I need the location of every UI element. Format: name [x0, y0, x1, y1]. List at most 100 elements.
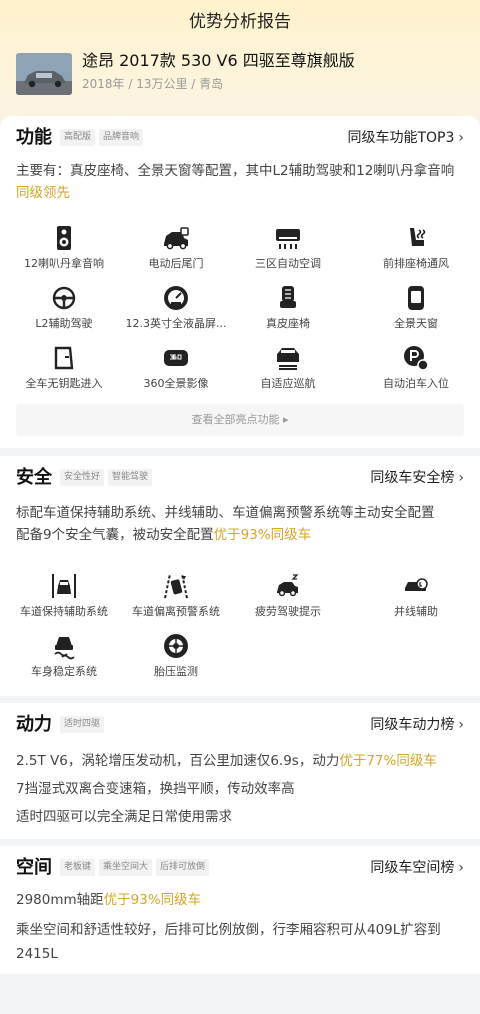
feature-item[interactable]: 自适应巡航 [233, 344, 343, 392]
camera-360-icon [164, 350, 188, 366]
link-label: 同级车功能TOP3 [347, 130, 455, 146]
desc-line: 7挡湿式双离合变速箱，换挡平顺，传动效率高 [16, 781, 295, 797]
feature-label: 车身稳定系统 [31, 665, 97, 678]
feature-item[interactable]: 12喇叭丹拿音响 [9, 224, 119, 272]
feature-label: 全景天窗 [394, 317, 438, 330]
car-name[interactable]: 途昂 2017款 530 V6 四驱至尊旗舰版 [82, 50, 355, 72]
feature-label: 真皮座椅 [266, 317, 310, 330]
car-meta: 2018年 / 13万公里 / 青岛 [82, 77, 224, 91]
feature-item[interactable]: 车道偏离预警系统 [121, 572, 231, 620]
desc-text: 配备9个安全气囊，被动安全配置 [16, 527, 214, 543]
feature-label: 电动后尾门 [148, 257, 204, 270]
chevron-right-icon: › [458, 717, 464, 733]
desc-line: 乘坐空间和舒适性较好，后排可比例放倒，行李厢容积可从409L扩容到2415L [16, 922, 441, 962]
desc-highlight: 优于93%同级车 [213, 527, 312, 543]
steering-assist-icon [52, 286, 76, 310]
tag: 品牌音响 [99, 129, 144, 146]
page-title: 优势分析报告 [189, 12, 291, 32]
link-label: 同级车动力榜 [370, 717, 455, 733]
feature-label: 自动泊车入位 [383, 377, 449, 390]
chevron-right-icon: › [458, 470, 464, 486]
function-card: 功能 高配版 品牌音响 同级车功能TOP3 › 主要有：真皮座椅、全景天窗等配置，… [0, 116, 480, 448]
feature-item[interactable]: 全景天窗 [361, 284, 471, 332]
safety-ranking-link[interactable]: 同级车安全榜 › [370, 468, 464, 488]
feature-item[interactable]: 前排座椅通风 [361, 224, 471, 272]
space-tags: 老板键 乘坐空间大 后排可放倒 [60, 859, 210, 876]
safety-header: 安全 安全性好 智能驾驶 同级车安全榜 › [16, 466, 464, 490]
tire-pressure-icon [164, 634, 188, 658]
safety-card: 安全 安全性好 智能驾驶 同级车安全榜 › 标配车道保持辅助系统、并线辅助、车道偏… [0, 456, 480, 696]
desc-line: 适时四驱可以完全满足日常使用需求 [16, 809, 232, 825]
space-description: 2980mm轴距优于93%同级车 乘坐空间和舒适性较好，后排可比例放倒，行李厢容… [16, 888, 464, 966]
feature-label: 车道偏离预警系统 [132, 605, 220, 618]
stability-control-icon [54, 637, 75, 660]
feature-label: 全车无钥匙进入 [25, 377, 103, 390]
lane-departure-icon [164, 573, 188, 599]
function-description: 主要有：真皮座椅、全景天窗等配置，其中L2辅助驾驶和12喇叭丹拿音响同级领先 [16, 160, 464, 204]
desc-highlight: 优于93%同级车 [103, 892, 202, 908]
feature-label: 并线辅助 [394, 605, 438, 618]
lane-keep-icon [52, 574, 76, 598]
feature-item[interactable]: 三区自动空调 [233, 224, 343, 272]
feature-label: 12.3英寸全液晶屏... [125, 317, 227, 330]
feature-item[interactable]: 360全景影像 [121, 344, 231, 392]
power-header: 动力 适时四驱 同级车动力榜 › [16, 713, 464, 737]
air-conditioner-icon [276, 229, 300, 249]
car-thumbnail[interactable] [16, 53, 72, 95]
tag: 乘坐空间大 [99, 859, 153, 876]
tag: 老板键 [60, 859, 96, 876]
view-all-label: 查看全部亮点功能 [191, 413, 280, 426]
keyless-entry-icon [54, 346, 74, 370]
function-tags: 高配版 品牌音响 [60, 129, 144, 146]
space-title: 空间 [16, 857, 52, 878]
space-ranking-link[interactable]: 同级车空间榜 › [370, 858, 464, 878]
lcd-gauge-icon [164, 286, 188, 310]
feature-label: 360全景影像 [143, 377, 209, 390]
view-all-features-button[interactable]: 查看全部亮点功能 ▸ [16, 404, 464, 436]
feature-item[interactable]: 车道保持辅助系统 [9, 572, 119, 620]
feature-item[interactable]: 胎压监测 [121, 632, 231, 680]
power-card: 动力 适时四驱 同级车动力榜 › 2.5T V6，涡轮增压发动机，百公里加速仅6.… [0, 703, 480, 839]
tag: 智能驾驶 [108, 469, 153, 486]
tag: 安全性好 [60, 469, 105, 486]
feature-item[interactable]: 车身稳定系统 [9, 632, 119, 680]
feature-item[interactable]: 电动后尾门 [121, 224, 231, 272]
chevron-right-icon: › [458, 860, 464, 876]
feature-item[interactable]: 并线辅助 [361, 572, 471, 620]
desc-line: 配备9个安全气囊，被动安全配置优于93%同级车 [16, 524, 464, 546]
feature-label: L2辅助驾驶 [35, 317, 93, 330]
function-title: 功能 [16, 127, 52, 148]
desc-text: 2.5T V6，涡轮增压发动机，百公里加速仅6.9s，动力 [16, 753, 340, 769]
link-label: 同级车安全榜 [370, 470, 455, 486]
feature-label: 胎压监测 [154, 665, 198, 678]
blind-spot-icon [405, 578, 428, 591]
power-title: 动力 [16, 714, 52, 735]
feature-item[interactable]: 全车无钥匙进入 [9, 344, 119, 392]
link-label: 同级车空间榜 [370, 860, 455, 876]
desc-text: 主要有：真皮座椅、全景天窗等配置，其中L2辅助驾驶和12喇叭丹拿音响 [16, 163, 455, 179]
function-header: 功能 高配版 品牌音响 同级车功能TOP3 › [16, 126, 464, 150]
tag: 高配版 [60, 129, 96, 146]
feature-item[interactable]: 自动泊车入位 [361, 344, 471, 392]
desc-text: 2980mm轴距 [16, 892, 104, 908]
tag: 后排可放倒 [156, 859, 210, 876]
feature-item[interactable]: 疲劳驾驶提示 [233, 572, 343, 620]
power-ranking-link[interactable]: 同级车动力榜 › [370, 715, 464, 735]
feature-label: 车道保持辅助系统 [20, 605, 108, 618]
feature-label: 前排座椅通风 [383, 257, 449, 270]
feature-item[interactable]: L2辅助驾驶 [9, 284, 119, 332]
leather-seat-icon [280, 286, 296, 308]
feature-label: 12喇叭丹拿音响 [24, 257, 104, 270]
feature-item[interactable]: 12.3英寸全液晶屏... [121, 284, 231, 332]
space-header: 空间 老板键 乘坐空间大 后排可放倒 同级车空间榜 › [16, 856, 464, 880]
auto-parking-icon [404, 346, 429, 371]
safety-description: 标配车道保持辅助系统、并线辅助、车道偏离预警系统等主动安全配置 配备9个安全气囊… [16, 502, 464, 546]
function-top3-link[interactable]: 同级车功能TOP3 › [347, 128, 464, 148]
feature-label: 自适应巡航 [260, 377, 316, 390]
triangle-right-icon: ▸ [279, 413, 289, 426]
tag: 适时四驱 [60, 716, 105, 733]
safety-tags: 安全性好 智能驾驶 [60, 469, 153, 486]
desc-highlight: 同级领先 [16, 185, 70, 201]
power-tags: 适时四驱 [60, 716, 105, 733]
feature-item[interactable]: 真皮座椅 [233, 284, 343, 332]
